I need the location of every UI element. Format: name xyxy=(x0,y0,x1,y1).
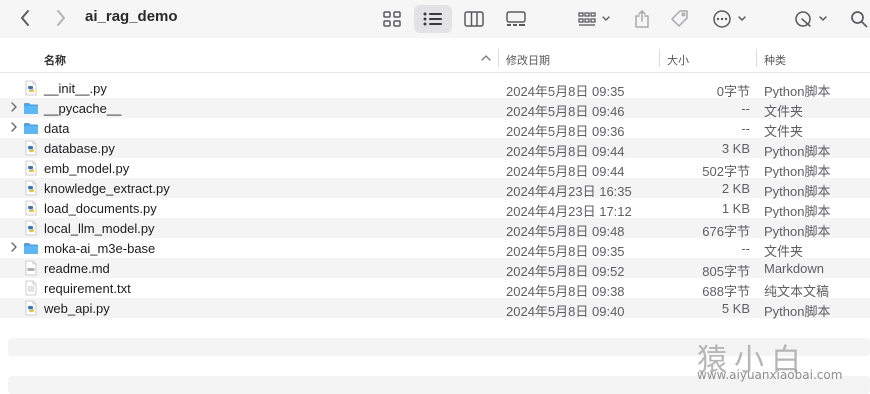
file-name: readme.md xyxy=(44,261,110,276)
file-name: emb_model.py xyxy=(44,161,130,176)
python-file-icon xyxy=(23,300,39,316)
file-date: 2024年5月8日 09:40 xyxy=(506,304,625,319)
file-size: 3 KB xyxy=(721,141,750,156)
python-file-icon xyxy=(23,180,39,196)
column-kind-header[interactable]: 种类 xyxy=(764,52,786,68)
column-header: 名称 修改日期 大小 种类 xyxy=(0,44,870,73)
file-name: load_documents.py xyxy=(44,201,157,216)
file-row[interactable]: database.py 2024年5月8日 09:44 3 KB Python脚本 xyxy=(0,138,870,159)
text-file-icon xyxy=(23,280,39,296)
file-row[interactable]: load_documents.py 2024年4月23日 17:12 1 KB Pyt… xyxy=(0,198,870,219)
python-file-icon xyxy=(23,80,39,96)
forward-icon[interactable] xyxy=(52,8,70,28)
folder-row[interactable]: __pycache__ 2024年5月8日 09:46 -- 文件夹 xyxy=(0,98,870,119)
file-size: 2 KB xyxy=(721,181,750,196)
file-list: __init__.py 2024年5月8日 09:35 0字节 Python脚本 __p… xyxy=(0,78,870,319)
disclosure-chevron-icon[interactable] xyxy=(10,241,20,255)
file-name: moka-ai_m3e-base xyxy=(44,241,156,256)
python-file-icon xyxy=(23,220,39,236)
markdown-file-icon xyxy=(23,260,39,276)
file-name: requirement.txt xyxy=(44,281,131,296)
folder-icon xyxy=(23,240,39,256)
column-divider[interactable] xyxy=(498,49,499,67)
file-row[interactable]: web_api.py 2024年5月8日 09:40 5 KB Python脚本 xyxy=(0,298,870,319)
file-name: database.py xyxy=(44,141,115,156)
disclosure-chevron-icon[interactable] xyxy=(10,121,20,135)
window-title: ai_rag_demo xyxy=(85,8,178,25)
file-row[interactable]: requirement.txt 2024年5月8日 09:38 688字节 纯文本文稿 xyxy=(0,278,870,299)
file-name: local_llm_model.py xyxy=(44,221,155,236)
file-size: -- xyxy=(741,101,750,116)
group-icon[interactable] xyxy=(575,7,615,31)
back-icon[interactable] xyxy=(16,8,34,28)
share-icon[interactable] xyxy=(631,6,653,32)
file-row[interactable]: knowledge_extract.py 2024年4月23日 16:35 2 KB… xyxy=(0,178,870,199)
file-size: -- xyxy=(741,121,750,136)
python-file-icon xyxy=(23,200,39,216)
file-kind: Markdown xyxy=(764,261,824,276)
search-icon[interactable] xyxy=(848,7,870,31)
file-kind: Python脚本 xyxy=(764,304,831,319)
file-name: knowledge_extract.py xyxy=(44,181,170,196)
file-row[interactable]: readme.md 2024年5月8日 09:52 805字节 Markdown xyxy=(0,258,870,279)
folder-row[interactable]: moka-ai_m3e-base 2024年5月8日 09:35 -- 文件夹 xyxy=(0,238,870,259)
file-name: __init__.py xyxy=(44,81,107,96)
column-size-header[interactable]: 大小 xyxy=(667,52,689,68)
column-divider[interactable] xyxy=(659,49,660,67)
sort-ascending-icon[interactable] xyxy=(481,53,491,63)
file-size: -- xyxy=(741,241,750,256)
more-icon[interactable] xyxy=(710,7,750,31)
disclosure-chevron-icon[interactable] xyxy=(10,101,20,115)
folder-row[interactable]: data 2024年5月8日 09:36 -- 文件夹 xyxy=(0,118,870,139)
folder-icon xyxy=(23,120,39,136)
file-name: data xyxy=(44,121,70,136)
list-view-icon[interactable] xyxy=(414,5,452,33)
file-row[interactable]: local_llm_model.py 2024年5月8日 09:48 676字节 Py… xyxy=(0,218,870,239)
column-view-icon[interactable] xyxy=(461,7,487,31)
file-row[interactable]: emb_model.py 2024年5月8日 09:44 502字节 Python脚本 xyxy=(0,158,870,179)
finder-toolbar: ai_rag_demo xyxy=(0,0,870,38)
watermark-url: www.aiyuanxiaobai.com xyxy=(697,368,843,382)
file-size: 1 KB xyxy=(721,201,750,216)
python-file-icon xyxy=(23,160,39,176)
file-name: web_api.py xyxy=(44,301,110,316)
icon-view-icon[interactable] xyxy=(379,7,405,31)
file-name: __pycache__ xyxy=(44,101,122,116)
markup-icon[interactable] xyxy=(792,7,832,31)
column-divider[interactable] xyxy=(756,49,757,67)
python-file-icon xyxy=(23,140,39,156)
column-name-header[interactable]: 名称 xyxy=(44,52,66,68)
file-row[interactable]: __init__.py 2024年5月8日 09:35 0字节 Python脚本 xyxy=(0,78,870,99)
tag-icon[interactable] xyxy=(668,7,692,31)
column-date-header[interactable]: 修改日期 xyxy=(506,52,550,68)
gallery-view-icon[interactable] xyxy=(503,7,529,31)
file-size: 5 KB xyxy=(721,301,750,316)
folder-icon xyxy=(23,100,39,116)
